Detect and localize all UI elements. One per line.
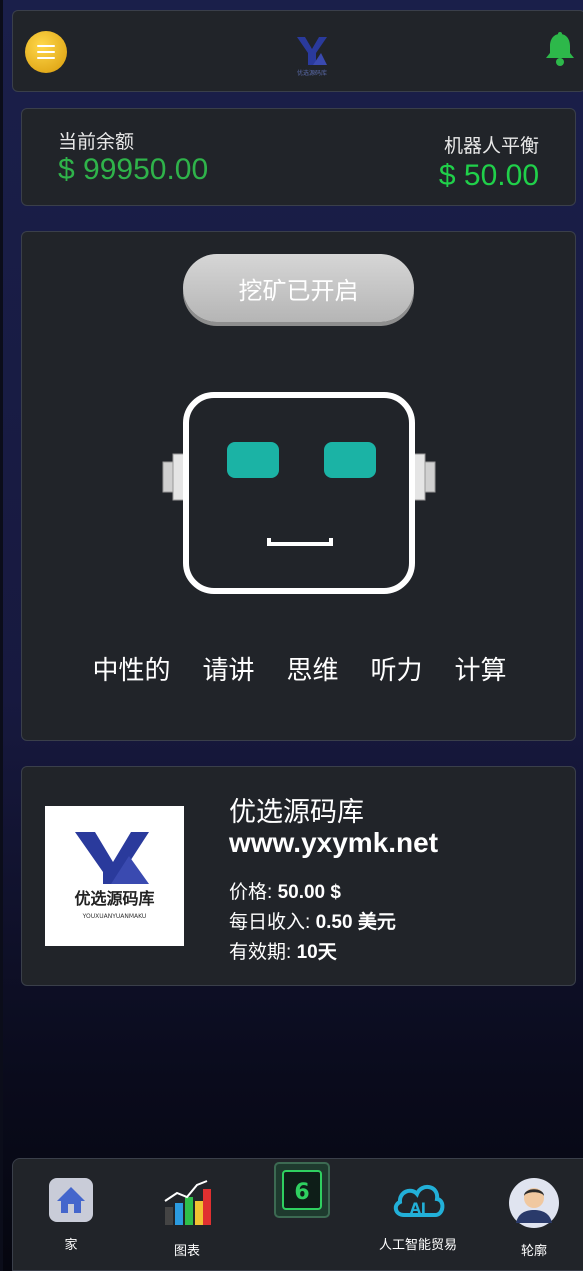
validity-label: 有效期: xyxy=(229,942,297,963)
mode-think[interactable]: 思维 xyxy=(270,650,354,687)
mode-compute[interactable]: 计算 xyxy=(439,650,523,687)
mining-card: 挖矿已开启 中性的 请讲 思维 听力 计算 xyxy=(21,231,576,741)
mode-listen[interactable]: 听力 xyxy=(355,650,439,687)
nav-home-label: 家 xyxy=(64,1237,78,1252)
current-balance-value: $ 99950.00 xyxy=(58,153,209,186)
product-url: www.yxymk.net xyxy=(229,827,439,858)
daily-income-label: 每日收入: xyxy=(229,912,316,933)
nav-profile-label: 轮廓 xyxy=(520,1243,547,1258)
product-card[interactable]: 优选源码库 YOUXUANYUANMAKU 优选源码库 www.yxymk.ne… xyxy=(21,766,576,986)
nav-ai-trade[interactable]: AI 人工智能贸易 xyxy=(368,1177,468,1253)
price-value: 50.00 $ xyxy=(277,882,341,903)
product-logo-subtext: YOUXUANYUANMAKU xyxy=(82,913,147,920)
app-logo-icon xyxy=(297,37,327,65)
nav-ai-trade-label: 人工智能贸易 xyxy=(378,1237,457,1252)
product-logo-image: 优选源码库 YOUXUANYUANMAKU xyxy=(45,806,184,946)
mode-speak[interactable]: 请讲 xyxy=(186,650,270,687)
hamburger-menu-icon[interactable] xyxy=(25,31,67,73)
nav-chart[interactable]: 图表 xyxy=(137,1177,237,1259)
svg-text:6: 6 xyxy=(294,1180,309,1205)
top-header: 优选源码库 xyxy=(12,10,583,92)
robot-balance-value: $ 50.00 xyxy=(438,159,539,192)
nav-profile[interactable]: 轮廓 xyxy=(484,1177,583,1259)
ai-cloud-icon: AI xyxy=(393,1185,445,1217)
product-name: 优选源码库 xyxy=(229,797,364,827)
bell-icon[interactable] xyxy=(544,31,576,67)
product-validity-row: 有效期: 10天 xyxy=(229,937,337,964)
robot-modes: 中性的 请讲 思维 听力 计算 xyxy=(22,650,577,687)
product-daily-row: 每日收入: 0.50 美元 xyxy=(229,907,396,934)
svg-text:AI: AI xyxy=(410,1201,426,1217)
app-logo-text: 优选源码库 xyxy=(296,71,327,77)
price-label: 价格: xyxy=(229,882,278,903)
chart-icon xyxy=(164,1180,211,1225)
mode-neutral[interactable]: 中性的 xyxy=(76,650,186,687)
robot-balance-label: 机器人平衡 xyxy=(443,136,539,157)
current-balance-label: 当前余额 xyxy=(58,132,135,153)
app-page: 优选源码库 当前余额 $ 99950.00 机器人平衡 $ 50.00 挖矿已开… xyxy=(0,0,583,1271)
home-icon xyxy=(49,1178,93,1222)
nav-chart-label: 图表 xyxy=(173,1243,200,1258)
nav-home[interactable]: 家 xyxy=(21,1177,121,1253)
mining-chip-icon: 6 xyxy=(274,1162,330,1218)
bottom-nav: 家 图表 6 AI 人工智能贸易 轮廓 xyxy=(12,1158,583,1271)
nav-mining[interactable]: 6 xyxy=(252,1161,352,1230)
balance-card: 当前余额 $ 99950.00 机器人平衡 $ 50.00 xyxy=(21,108,576,206)
product-price-row: 价格: 50.00 $ xyxy=(229,877,341,904)
product-logo-text: 优选源码库 xyxy=(74,889,154,908)
validity-value: 10天 xyxy=(296,942,337,963)
profile-avatar-icon xyxy=(509,1178,559,1228)
robot-face-icon xyxy=(162,392,436,594)
mining-toggle-button[interactable]: 挖矿已开启 xyxy=(183,254,414,322)
daily-income-value: 0.50 美元 xyxy=(315,912,396,933)
product-logo-icon: 优选源码库 YOUXUANYUANMAKU xyxy=(74,832,155,920)
